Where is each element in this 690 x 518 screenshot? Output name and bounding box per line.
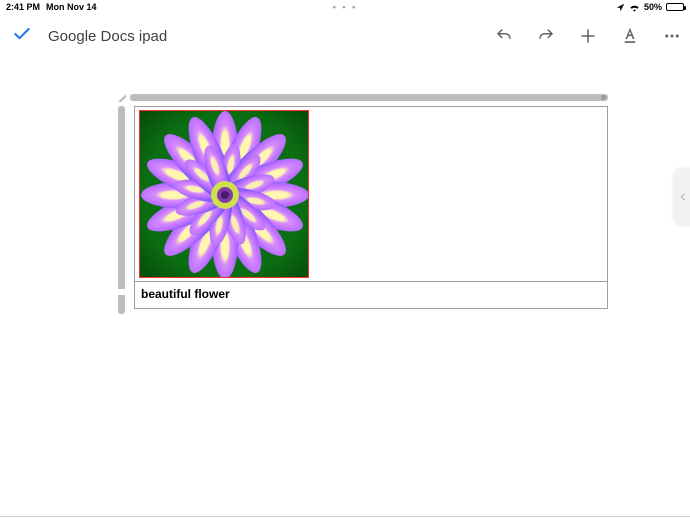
undo-button[interactable] [494, 26, 514, 46]
multitask-dots-icon[interactable]: • • • [333, 2, 357, 12]
home-indicator-area [0, 516, 690, 517]
image-cell[interactable] [135, 107, 607, 282]
wifi-icon [629, 3, 640, 12]
document-table[interactable]: beautiful flower [134, 106, 608, 309]
caption-text[interactable]: beautiful flower [141, 287, 230, 301]
text-format-button[interactable] [620, 26, 640, 46]
battery-icon [666, 3, 684, 11]
location-arrow-icon [616, 3, 625, 12]
slide-over-handle[interactable] [674, 168, 690, 226]
insert-button[interactable] [578, 26, 598, 46]
more-button[interactable] [662, 26, 682, 46]
caption-cell[interactable]: beautiful flower [135, 282, 607, 308]
redo-button[interactable] [536, 26, 556, 46]
status-time: 2:41 PM [6, 2, 40, 12]
document-title[interactable]: Google Docs ipad [48, 28, 167, 45]
status-date: Mon Nov 14 [46, 2, 97, 12]
status-bar: 2:41 PM Mon Nov 14 • • • 50% [0, 0, 690, 14]
flower-image[interactable] [139, 110, 309, 278]
app-toolbar: Google Docs ipad [0, 14, 690, 58]
ruler-corner-icon [118, 94, 126, 102]
ruler-horizontal[interactable] [130, 94, 608, 101]
battery-pct: 50% [644, 2, 662, 12]
ruler-vertical[interactable] [118, 106, 125, 314]
done-check-icon[interactable] [12, 24, 32, 49]
